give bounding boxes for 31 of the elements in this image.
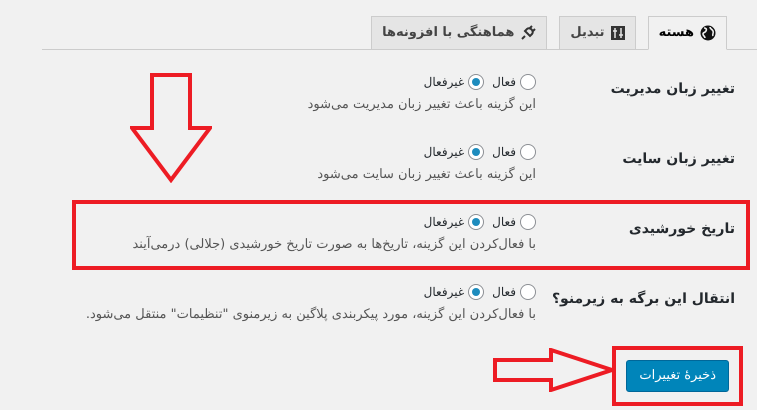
setting-label: تغییر زبان سایت bbox=[621, 150, 736, 169]
radio-button[interactable] bbox=[468, 144, 484, 160]
tab[interactable]: تبدیل bbox=[559, 16, 636, 49]
globe-icon bbox=[700, 25, 716, 41]
radio-option[interactable]: فعال bbox=[492, 283, 536, 301]
radio-button[interactable] bbox=[520, 214, 536, 230]
setting-label: تاریخ خورشیدی bbox=[628, 220, 736, 239]
radio-option[interactable]: فعال bbox=[492, 143, 536, 161]
description: با فعال‌کردن این گزینه، تاریخ‌ها به صورت تاریخ خورشیدی (جلالی) درمی‌آیند bbox=[132, 235, 536, 254]
tab[interactable]: هماهنگی با افزونه‌ها bbox=[371, 16, 548, 49]
radio-option[interactable]: غیرفعال bbox=[424, 73, 484, 91]
description: این گزینه باعث تغییر زبان سایت می‌شود bbox=[317, 166, 536, 184]
radio-button[interactable] bbox=[468, 284, 484, 300]
radio-button[interactable] bbox=[520, 74, 536, 90]
radio-option[interactable]: غیرفعال bbox=[424, 213, 484, 231]
radio-option[interactable]: فعال bbox=[492, 213, 536, 231]
radio-button[interactable] bbox=[468, 214, 484, 230]
radio-option[interactable]: غیرفعال bbox=[424, 143, 484, 161]
save-button[interactable]: ذخیرهٔ تغییرات bbox=[626, 360, 729, 392]
radio-option[interactable]: فعال bbox=[492, 73, 536, 91]
description: این گزینه باعث تغییر زبان مدیریت می‌شود bbox=[308, 96, 536, 114]
radio-button[interactable] bbox=[520, 144, 536, 160]
setting-label: تغییر زبان مدیریت bbox=[610, 80, 736, 99]
description: با فعال‌کردن این گزینه، مورد پیکربندی پلاگین به زیرمنوی "تنظیمات" منتقل می‌شود. bbox=[86, 306, 536, 324]
sliders-icon bbox=[610, 26, 625, 40]
plug-icon bbox=[520, 25, 536, 41]
radio-button[interactable] bbox=[520, 284, 536, 300]
tab[interactable]: هسته bbox=[648, 16, 727, 50]
radio-option[interactable]: غیرفعال bbox=[424, 283, 484, 301]
radio-button[interactable] bbox=[468, 74, 484, 90]
setting-label: انتقال این برگه به زیرمنو؟ bbox=[550, 289, 736, 309]
